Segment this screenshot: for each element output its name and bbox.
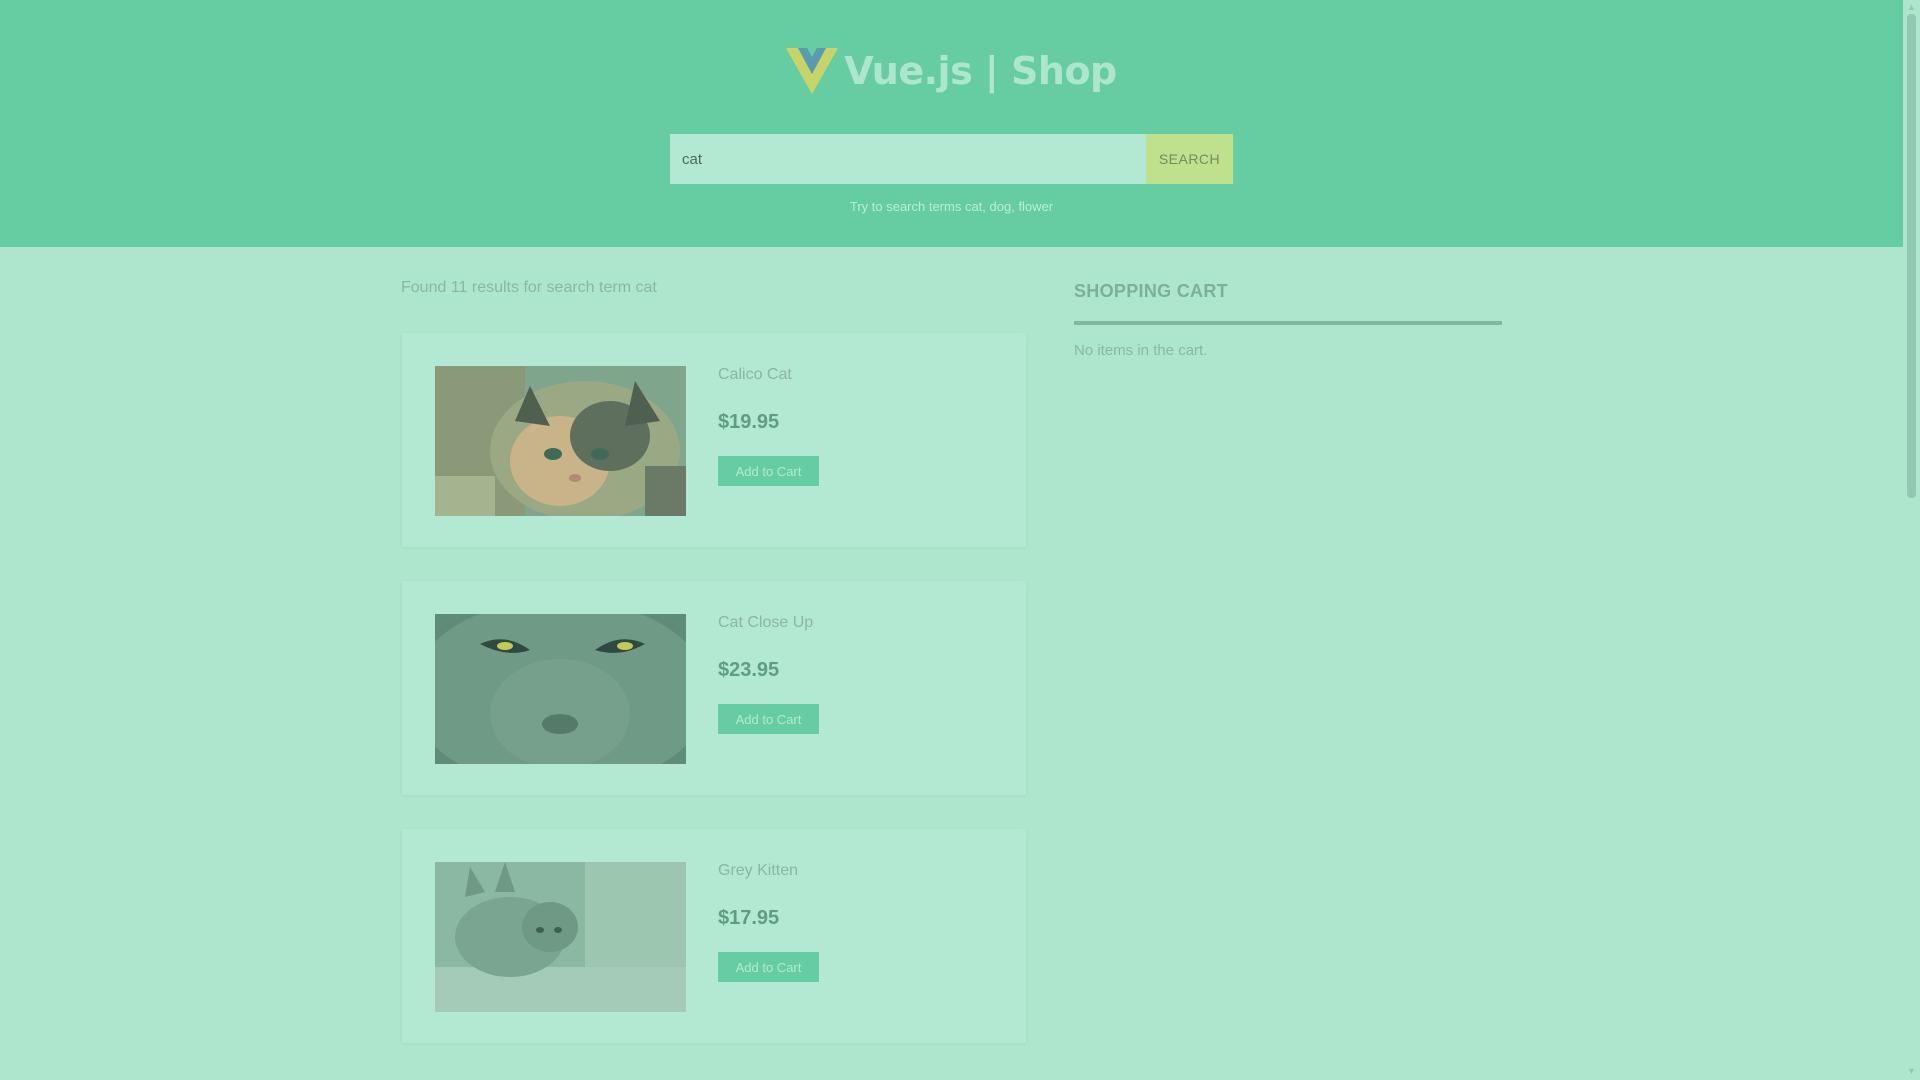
cart-empty-message: No items in the cart. [1074,342,1208,359]
page: Vue.js | Shop SEARCH Try to search terms… [0,0,1920,1080]
search-input[interactable] [670,134,1146,184]
cart-title: SHOPPING CART [1074,281,1228,301]
search-hint: Try to search terms cat, dog, flower [849,199,1054,214]
product-price: $19.95 [718,411,780,433]
cat-close-up-photo [435,614,686,764]
product-card: Grey Kitten $17.95 Add to Cart [402,829,1026,1043]
search-bar: SEARCH [670,134,1233,184]
product-price: $17.95 [718,907,780,929]
scrollbar[interactable]: ▲ ▼ [1903,0,1920,1080]
brand-title: Vue.js | Shop [844,49,1117,93]
scroll-down-icon[interactable]: ▼ [1906,1066,1917,1076]
product-name: Calico Cat [718,366,792,383]
grey-kitten-photo [435,862,686,1012]
results-summary: Found 11 results for search term cat [401,279,657,296]
product-image [435,862,686,1012]
product-image [435,614,686,764]
add-to-cart-button[interactable]: Add to Cart [718,952,819,982]
brand[interactable]: Vue.js | Shop [0,46,1903,96]
add-to-cart-button[interactable]: Add to Cart [718,456,819,486]
product-name: Cat Close Up [718,614,814,631]
calico-cat-photo [435,366,686,516]
product-name: Grey Kitten [718,862,799,879]
cart-divider [1074,321,1502,325]
product-price: $23.95 [718,659,780,681]
scroll-up-icon[interactable]: ▲ [1906,2,1917,12]
scrollbar-thumb[interactable] [1907,14,1916,498]
product-card: Calico Cat $19.95 Add to Cart [402,333,1026,547]
product-card: Cat Close Up $23.95 Add to Cart [402,581,1026,795]
add-to-cart-button[interactable]: Add to Cart [718,704,819,734]
header: Vue.js | Shop SEARCH Try to search terms… [0,0,1903,247]
product-image [435,366,686,516]
search-button[interactable]: SEARCH [1146,134,1233,184]
vue-logo-icon [786,48,839,94]
